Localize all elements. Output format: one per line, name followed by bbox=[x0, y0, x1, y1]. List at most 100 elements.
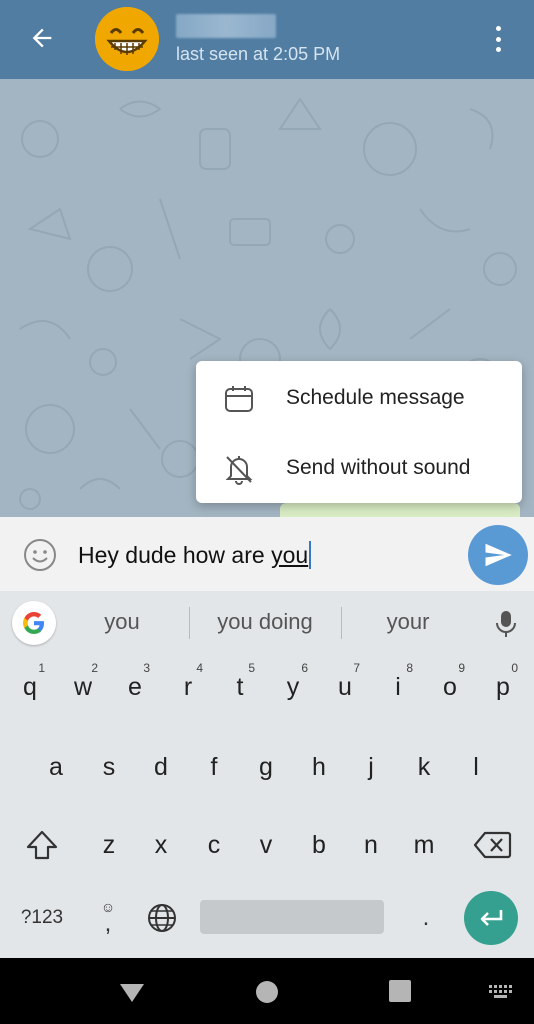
enter-key[interactable] bbox=[464, 891, 518, 945]
emoji-button[interactable] bbox=[22, 537, 58, 573]
key-y[interactable]: y6 bbox=[270, 657, 316, 717]
send-button[interactable] bbox=[468, 525, 528, 585]
key-label: j bbox=[368, 752, 374, 781]
key-n[interactable]: n bbox=[348, 815, 394, 875]
enter-icon bbox=[480, 910, 503, 926]
key-hint: 3 bbox=[143, 661, 150, 675]
space-key[interactable] bbox=[200, 900, 384, 934]
key-k[interactable]: k bbox=[401, 737, 447, 797]
schedule-message-option[interactable]: Schedule message bbox=[196, 364, 522, 432]
key-x[interactable]: x bbox=[138, 815, 184, 875]
key-label: c bbox=[207, 830, 221, 859]
key-c[interactable]: c bbox=[191, 815, 237, 875]
bell-off-icon bbox=[225, 456, 253, 485]
more-options-button[interactable] bbox=[484, 22, 512, 56]
key-o[interactable]: o9 bbox=[427, 657, 473, 717]
voice-input-button[interactable] bbox=[492, 603, 520, 643]
key-hint: 2 bbox=[91, 661, 98, 675]
key-q[interactable]: q1 bbox=[7, 657, 53, 717]
send-without-sound-label: Send without sound bbox=[286, 456, 471, 479]
dot bbox=[495, 26, 501, 31]
suggestion-divider bbox=[341, 607, 342, 639]
grinning-face-icon bbox=[95, 7, 159, 71]
keyboard-switch-icon[interactable] bbox=[487, 984, 515, 1000]
key-label: k bbox=[417, 752, 431, 781]
key-r[interactable]: r4 bbox=[165, 657, 211, 717]
back-button[interactable] bbox=[22, 20, 62, 56]
key-hint: 1 bbox=[38, 661, 45, 675]
send-options-popup: Schedule message Send without sound bbox=[196, 361, 522, 503]
key-label: g bbox=[259, 752, 273, 781]
key-hint: 6 bbox=[301, 661, 308, 675]
key-label: z bbox=[102, 830, 116, 859]
key-label: w bbox=[73, 672, 93, 701]
key-i[interactable]: i8 bbox=[375, 657, 421, 717]
text-cursor bbox=[309, 541, 312, 569]
dot bbox=[495, 36, 501, 42]
shift-key[interactable] bbox=[14, 815, 70, 875]
key-f[interactable]: f bbox=[191, 737, 237, 797]
key-label: n bbox=[364, 830, 378, 859]
composing-word: you bbox=[271, 542, 309, 568]
globe-icon bbox=[148, 904, 176, 932]
key-label: e bbox=[128, 672, 142, 701]
key-label: b bbox=[312, 830, 326, 859]
key-m[interactable]: m bbox=[401, 815, 447, 875]
message-input[interactable]: Hey dude how are you bbox=[78, 541, 312, 569]
key-hint: 8 bbox=[406, 661, 413, 675]
key-v[interactable]: v bbox=[243, 815, 289, 875]
nav-home-circle-icon[interactable] bbox=[256, 981, 278, 1003]
key-l[interactable]: l bbox=[453, 737, 499, 797]
key-label: x bbox=[154, 830, 168, 859]
last-seen-status: last seen at 2:05 PM bbox=[176, 44, 341, 64]
symbols-key[interactable]: ?123 bbox=[10, 891, 74, 945]
key-e[interactable]: e3 bbox=[112, 657, 158, 717]
nav-back-triangle-icon[interactable] bbox=[118, 982, 146, 1004]
nav-recents-square-icon[interactable] bbox=[389, 980, 411, 1002]
suggestion-3[interactable]: your bbox=[348, 609, 468, 635]
key-label: f bbox=[210, 752, 218, 781]
key-hint: 4 bbox=[196, 661, 203, 675]
contact-name-redacted[interactable] bbox=[176, 14, 276, 38]
key-t[interactable]: t5 bbox=[217, 657, 263, 717]
key-label: l bbox=[473, 752, 479, 781]
suggestion-2[interactable]: you doing bbox=[196, 609, 334, 635]
smiley-icon bbox=[24, 539, 56, 571]
send-without-sound-option[interactable]: Send without sound bbox=[196, 434, 522, 502]
key-d[interactable]: d bbox=[138, 737, 184, 797]
key-label: m bbox=[413, 830, 435, 859]
key-label: s bbox=[102, 752, 116, 781]
key-h[interactable]: h bbox=[296, 737, 342, 797]
key-s[interactable]: s bbox=[86, 737, 132, 797]
schedule-message-label: Schedule message bbox=[286, 386, 465, 409]
key-b[interactable]: b bbox=[296, 815, 342, 875]
suggestion-strip: you you doing your bbox=[0, 591, 534, 655]
key-hint: 5 bbox=[248, 661, 255, 675]
google-g-icon bbox=[23, 612, 44, 634]
key-w[interactable]: w2 bbox=[60, 657, 106, 717]
backspace-key[interactable] bbox=[464, 815, 520, 875]
key-hint: 7 bbox=[353, 661, 360, 675]
suggestion-divider bbox=[189, 607, 190, 639]
key-a[interactable]: a bbox=[33, 737, 79, 797]
key-label: y bbox=[286, 672, 300, 701]
arrow-back-icon bbox=[32, 28, 52, 48]
send-icon bbox=[485, 543, 512, 567]
emoji-comma-key[interactable]: ☺ , bbox=[88, 887, 128, 947]
comma-label: , bbox=[104, 910, 112, 937]
contact-avatar[interactable] bbox=[95, 7, 159, 71]
key-j[interactable]: j bbox=[348, 737, 394, 797]
language-key[interactable] bbox=[142, 891, 182, 945]
microphone-icon bbox=[496, 611, 516, 637]
key-label: q bbox=[23, 672, 37, 701]
key-p[interactable]: p0 bbox=[480, 657, 526, 717]
key-z[interactable]: z bbox=[86, 815, 132, 875]
google-button[interactable] bbox=[12, 601, 56, 645]
suggestion-1[interactable]: you bbox=[62, 609, 182, 635]
key-g[interactable]: g bbox=[243, 737, 289, 797]
period-key[interactable]: . bbox=[408, 891, 444, 945]
calendar-icon bbox=[225, 386, 253, 412]
message-composer: Hey dude how are you bbox=[0, 517, 534, 591]
key-u[interactable]: u7 bbox=[322, 657, 368, 717]
key-label: i bbox=[395, 672, 401, 701]
